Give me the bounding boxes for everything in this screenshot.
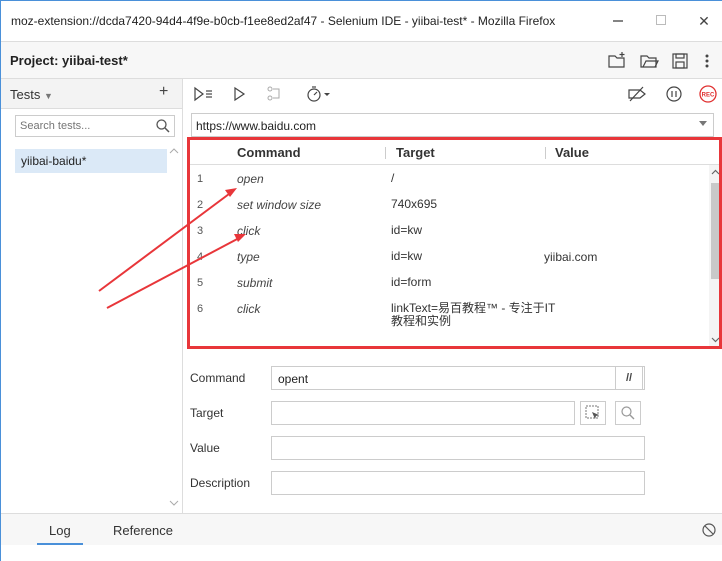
minimize-icon[interactable] [603,11,633,31]
comment-toggle-button[interactable]: // [615,366,643,390]
bottom-panel-tabs: Log Reference [1,513,722,545]
row-command: type [237,250,260,264]
test-item-label: yiibai-baidu* [21,154,87,168]
playback-toolbar: REC [183,79,722,109]
clear-log-icon[interactable] [701,522,717,541]
tab-log[interactable]: Log [37,523,83,545]
row-target: 740x695 [391,197,438,211]
table-row[interactable]: 6 click linkText=易百教程™ - 专注于IT教程和实例 [187,295,709,329]
sidebar-scrollbar[interactable] [167,143,181,513]
select-target-button[interactable] [580,401,606,425]
search-icon[interactable] [154,117,172,135]
row-command: open [237,172,264,186]
tests-dropdown[interactable]: Tests ▼ [10,87,53,102]
row-value: yiibai.com [544,250,598,264]
row-number: 2 [197,199,204,211]
disable-breakpoints-icon[interactable] [626,84,648,104]
target-label: Target [190,406,224,420]
row-command: set window size [237,198,322,212]
project-name[interactable]: Project: yiibai-test* [10,53,128,68]
app-window: moz-extension://dcda7420-94d4-4f9e-b0cb-… [0,0,722,561]
select-target-icon [585,405,599,419]
search-icon [621,406,635,420]
table-scrollbar[interactable] [709,165,722,349]
record-icon[interactable]: REC [697,84,719,104]
column-header-value: Value [555,145,589,160]
tab-reference[interactable]: Reference [113,523,173,538]
value-field[interactable] [271,436,645,460]
target-field[interactable] [271,401,578,425]
value-input[interactable] [278,441,578,456]
scrollbar-thumb[interactable] [711,183,720,279]
run-all-tests-icon[interactable] [193,84,215,104]
row-target: id=kw [391,249,423,263]
row-command: click [237,224,261,238]
run-current-test-icon[interactable] [230,84,252,104]
command-label: Command [190,371,246,385]
step-icon[interactable] [263,84,285,104]
record-label: REC [702,93,715,99]
row-target: id=kw [391,223,423,237]
bottom-strip [1,545,722,561]
speed-timer-icon[interactable] [305,84,335,104]
search-tests-input[interactable] [20,119,150,133]
pause-icon[interactable] [663,84,685,104]
table-row[interactable]: 1 open / [187,165,709,191]
command-field[interactable] [271,366,645,390]
tests-dropdown-label: Tests [10,87,41,102]
close-icon[interactable]: ✕ [689,11,719,31]
test-sidebar: Tests ▼ + yiibai-baidu* [1,79,183,513]
row-number: 4 [197,251,204,263]
row-command: click [237,302,261,316]
command-input[interactable] [278,371,578,386]
target-input[interactable] [278,406,578,421]
find-target-button[interactable] [615,401,641,425]
base-url-field[interactable] [191,113,714,137]
row-target: / [391,171,395,185]
value-label: Value [190,441,220,455]
new-folder-icon[interactable] [606,50,628,72]
save-icon[interactable] [669,50,691,72]
command-table: Command Target Value 1 open / 2 set wind… [187,139,722,349]
maximize-icon[interactable] [646,11,676,31]
chevron-down-icon: ▼ [43,91,53,101]
base-url-input[interactable] [196,118,676,133]
column-header-target: Target [396,145,435,160]
table-row[interactable]: 5 submit id=form [187,269,709,295]
description-input[interactable] [278,476,578,491]
table-row[interactable]: 2 set window size 740x695 [187,191,709,217]
tests-header: Tests ▼ + [1,79,182,109]
table-header: Command Target Value [187,139,722,165]
project-bar: Project: yiibai-test* [1,41,722,79]
search-tests-field[interactable] [15,115,175,137]
row-number: 5 [197,277,204,289]
command-editor: Command // Target Value Description [183,356,722,513]
more-vertical-icon[interactable] [696,50,718,72]
table-row[interactable]: 4 type id=kw yiibai.com [187,243,709,269]
title-bar: moz-extension://dcda7420-94d4-4f9e-b0cb-… [1,1,722,41]
window-title: moz-extension://dcda7420-94d4-4f9e-b0cb-… [11,14,556,28]
row-number: 3 [197,225,204,237]
test-item-yiibai-baidu[interactable]: yiibai-baidu* [15,149,167,173]
open-folder-icon[interactable] [638,50,660,72]
row-target: id=form [391,275,432,289]
row-target: linkText=易百教程™ - 专注于IT教程和实例 [391,301,556,328]
row-number: 6 [197,303,204,315]
table-row[interactable]: 3 click id=kw [187,217,709,243]
column-header-command: Command [237,145,301,160]
description-label: Description [190,476,251,490]
column-divider [545,147,546,159]
add-test-button[interactable]: + [159,83,168,101]
description-field[interactable] [271,471,645,495]
column-divider [385,147,386,159]
row-number: 1 [197,173,204,185]
chevron-down-icon[interactable] [699,121,707,126]
row-command: submit [237,276,273,290]
